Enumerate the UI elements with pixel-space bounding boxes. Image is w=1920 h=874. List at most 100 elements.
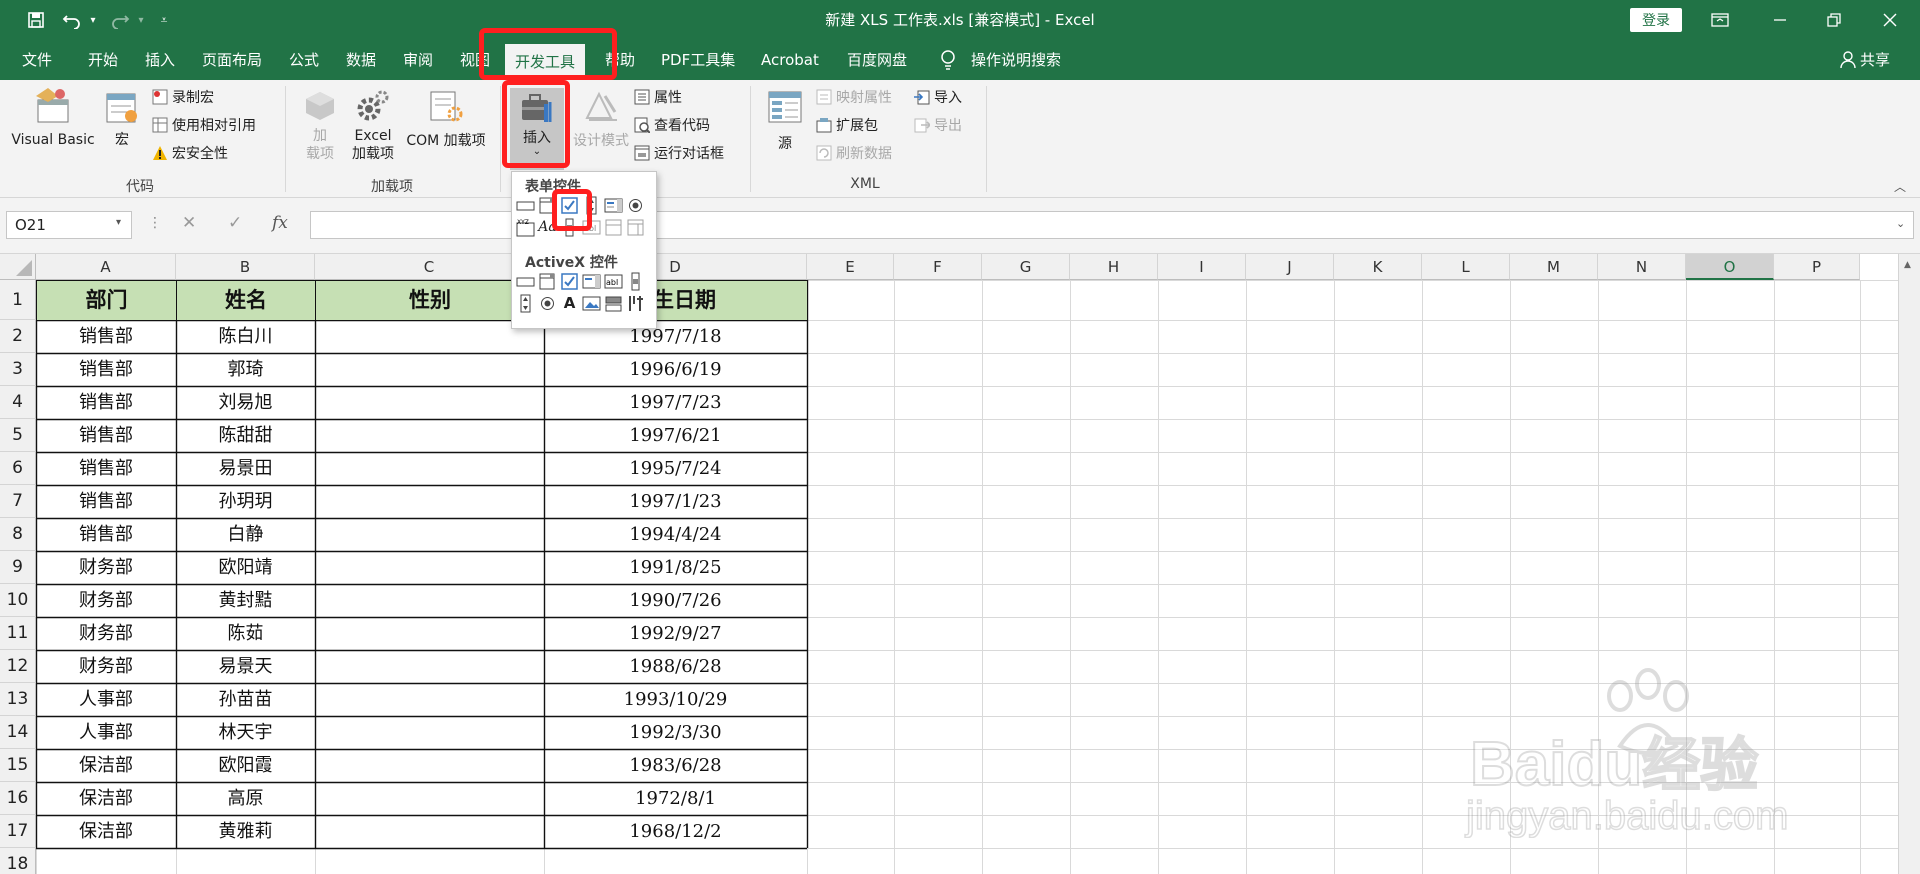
cell-b14[interactable]: 林天宇 — [176, 716, 315, 749]
header-cell-c[interactable]: 性别 — [316, 281, 544, 320]
form-combo-drop-down-edit-icon[interactable] — [626, 218, 645, 237]
row-header-2[interactable]: 2 — [0, 320, 36, 353]
cell-d12[interactable]: 1988/6/28 — [544, 650, 807, 683]
header-cell-b[interactable]: 姓名 — [177, 281, 315, 320]
row-header-6[interactable]: 6 — [0, 452, 36, 485]
cell-b16[interactable]: 高原 — [176, 782, 315, 815]
column-header-e[interactable]: E — [807, 254, 894, 280]
cell-b15[interactable]: 欧阳霞 — [176, 749, 315, 782]
row-header-7[interactable]: 7 — [0, 485, 36, 518]
row-header-15[interactable]: 15 — [0, 749, 36, 782]
worksheet-grid[interactable]: ABCDEFGHIJKLMNOP 1 2 3 4 5 6 7 8 9 10 11 12 13 14 15 16… — [0, 254, 1920, 874]
cell-a17[interactable]: 保洁部 — [36, 815, 176, 848]
column-header-i[interactable]: I — [1158, 254, 1246, 280]
addins-button[interactable]: 加 载项 — [298, 90, 342, 163]
form-option-button-icon[interactable] — [626, 196, 645, 215]
cell-c10[interactable] — [315, 584, 544, 617]
tab-data[interactable]: 数据 — [346, 40, 376, 80]
tab-baidu-netdisk[interactable]: 百度网盘 — [847, 40, 907, 80]
save-icon[interactable] — [22, 8, 50, 32]
name-box[interactable]: O21 — [6, 211, 132, 239]
row-header-5[interactable]: 5 — [0, 419, 36, 452]
cell-a8[interactable]: 销售部 — [36, 518, 176, 551]
name-box-dropdown-icon[interactable]: ▾ — [116, 217, 121, 228]
cell-d11[interactable]: 1992/9/27 — [544, 617, 807, 650]
activex-list-box-icon[interactable] — [582, 272, 601, 291]
collapse-ribbon-icon[interactable]: ︿ — [1894, 178, 1906, 195]
cell-b5[interactable]: 陈甜甜 — [176, 419, 315, 452]
com-addins-button[interactable]: COM 加载项 — [402, 90, 490, 150]
form-combo-list-edit-icon[interactable] — [604, 218, 623, 237]
more-controls-icon[interactable] — [626, 294, 645, 313]
undo-icon[interactable] — [58, 8, 86, 32]
row-header-4[interactable]: 4 — [0, 386, 36, 419]
visual-basic-button[interactable]: Visual Basic — [8, 86, 98, 149]
row-header-14[interactable]: 14 — [0, 716, 36, 749]
form-text-field-icon[interactable]: abl — [582, 218, 601, 237]
row-header-12[interactable]: 12 — [0, 650, 36, 683]
cell-c15[interactable] — [315, 749, 544, 782]
cell-d7[interactable]: 1997/1/23 — [544, 485, 807, 518]
properties-button[interactable]: 属性 — [634, 86, 682, 108]
ribbon-display-options-icon[interactable] — [1690, 0, 1750, 40]
column-header-m[interactable]: M — [1510, 254, 1598, 280]
row-header-16[interactable]: 16 — [0, 782, 36, 815]
cell-c17[interactable] — [315, 815, 544, 848]
tab-help[interactable]: 帮助 — [605, 40, 635, 80]
activex-text-box-icon[interactable]: abl — [604, 272, 623, 291]
column-header-b[interactable]: B — [176, 254, 315, 280]
run-dialog-button[interactable]: 运行对话框 — [634, 142, 724, 164]
row-header-9[interactable]: 9 — [0, 551, 36, 584]
column-header-l[interactable]: L — [1422, 254, 1510, 280]
row-header-13[interactable]: 13 — [0, 683, 36, 716]
cell-c2[interactable] — [315, 320, 544, 353]
cell-c8[interactable] — [315, 518, 544, 551]
cell-a12[interactable]: 财务部 — [36, 650, 176, 683]
cell-a10[interactable]: 财务部 — [36, 584, 176, 617]
xml-export-button[interactable]: 导出 — [914, 114, 962, 136]
cell-d9[interactable]: 1991/8/25 — [544, 551, 807, 584]
row-header-8[interactable]: 8 — [0, 518, 36, 551]
cell-b9[interactable]: 欧阳靖 — [176, 551, 315, 584]
tab-page-layout[interactable]: 页面布局 — [202, 40, 262, 80]
use-relative-references-button[interactable]: 使用相对引用 — [152, 114, 256, 136]
column-header-a[interactable]: A — [36, 254, 176, 280]
cell-a11[interactable]: 财务部 — [36, 617, 176, 650]
minimize-icon[interactable] — [1750, 0, 1810, 40]
row-header-10[interactable]: 10 — [0, 584, 36, 617]
cell-d15[interactable]: 1983/6/28 — [544, 749, 807, 782]
close-icon[interactable] — [1860, 0, 1920, 40]
form-label-icon[interactable]: Aa — [538, 218, 557, 237]
cell-a9[interactable]: 财务部 — [36, 551, 176, 584]
activex-label-icon[interactable]: A — [560, 294, 579, 313]
column-header-g[interactable]: G — [982, 254, 1070, 280]
expand-formula-bar-icon[interactable]: ⌄ — [1896, 217, 1905, 230]
column-header-j[interactable]: J — [1246, 254, 1334, 280]
macro-security-button[interactable]: 宏安全性 — [152, 142, 228, 164]
cell-a4[interactable]: 销售部 — [36, 386, 176, 419]
share-button[interactable]: 共享 — [1860, 40, 1890, 80]
cell-c4[interactable] — [315, 386, 544, 419]
row-header-1[interactable]: 1 — [0, 280, 36, 320]
cell-b13[interactable]: 孙苗苗 — [176, 683, 315, 716]
row-header-11[interactable]: 11 — [0, 617, 36, 650]
cell-a6[interactable]: 销售部 — [36, 452, 176, 485]
cell-d14[interactable]: 1992/3/30 — [544, 716, 807, 749]
tab-developer[interactable]: 开发工具 — [505, 44, 586, 80]
cell-d13[interactable]: 1993/10/29 — [544, 683, 807, 716]
insert-function-icon[interactable]: fx — [272, 213, 288, 233]
form-spin-button-icon[interactable] — [582, 196, 601, 215]
cell-d5[interactable]: 1997/6/21 — [544, 419, 807, 452]
tab-acrobat[interactable]: Acrobat — [761, 40, 819, 80]
cell-d16[interactable]: 1972/8/1 — [544, 782, 807, 815]
activex-option-button-icon[interactable] — [538, 294, 557, 313]
cell-b4[interactable]: 刘易旭 — [176, 386, 315, 419]
activex-spin-button-icon[interactable] — [516, 294, 535, 313]
insert-controls-button[interactable]: 插入 ⌄ — [510, 88, 564, 170]
row-header-3[interactable]: 3 — [0, 353, 36, 386]
cell-b12[interactable]: 易景天 — [176, 650, 315, 683]
cell-d3[interactable]: 1996/6/19 — [544, 353, 807, 386]
column-header-f[interactable]: F — [894, 254, 982, 280]
xml-import-button[interactable]: 导入 — [914, 86, 962, 108]
cell-c11[interactable] — [315, 617, 544, 650]
